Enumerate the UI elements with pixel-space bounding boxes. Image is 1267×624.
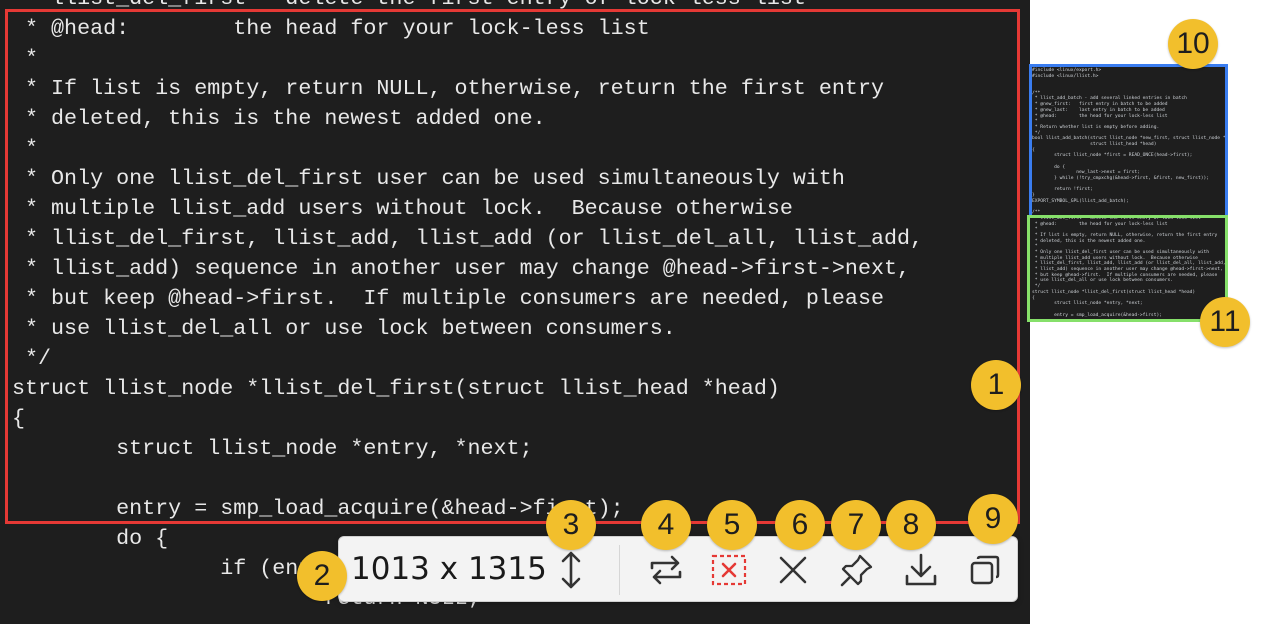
copy-button[interactable] bbox=[961, 546, 1009, 594]
download-icon bbox=[905, 553, 937, 586]
code-line: */ bbox=[12, 346, 52, 371]
size-readout: 1013 x 1315 bbox=[351, 551, 547, 587]
code-line: * @head: the head for your lock-less lis… bbox=[12, 16, 650, 41]
code-line: * deleted, this is the newest added one. bbox=[12, 106, 546, 131]
code-line: * bbox=[12, 136, 39, 161]
cancel-selection-icon bbox=[711, 554, 747, 586]
code-line: * If list is empty, return NULL, otherwi… bbox=[12, 76, 884, 101]
repeat-icon bbox=[650, 555, 682, 585]
badge-11: 11 bbox=[1200, 297, 1250, 347]
badge-4: 4 bbox=[641, 500, 691, 550]
copy-icon bbox=[970, 555, 1000, 585]
save-button[interactable] bbox=[897, 546, 945, 594]
resize-vertical-button[interactable] bbox=[547, 546, 595, 594]
code-line: * multiple llist_add users without lock.… bbox=[12, 196, 793, 221]
badge-6: 6 bbox=[775, 500, 825, 550]
toolbar-divider bbox=[619, 545, 620, 595]
code-line: struct llist_node *entry, *next; bbox=[12, 436, 533, 461]
code-line: * llist_add) sequence in another user ma… bbox=[12, 256, 911, 281]
close-button[interactable] bbox=[769, 546, 817, 594]
minimap-region-blue[interactable] bbox=[1029, 64, 1228, 218]
code-line: { bbox=[12, 406, 26, 431]
code-line: * but keep @head->first. If multiple con… bbox=[12, 286, 884, 311]
badge-10: 10 bbox=[1168, 19, 1218, 69]
code-line: * Only one llist_del_first user can be u… bbox=[12, 166, 845, 191]
code-line: struct llist_node *llist_del_first(struc… bbox=[12, 376, 780, 401]
code-line: * llist_del_first, llist_add, llist_add … bbox=[12, 226, 924, 251]
badge-3: 3 bbox=[546, 500, 596, 550]
cancel-selection-button[interactable] bbox=[705, 546, 753, 594]
badge-8: 8 bbox=[886, 500, 936, 550]
minimap-region-green[interactable] bbox=[1027, 215, 1228, 322]
pin-icon bbox=[840, 554, 873, 587]
repeat-button[interactable] bbox=[642, 546, 690, 594]
pin-button[interactable] bbox=[833, 546, 881, 594]
badge-7: 7 bbox=[831, 500, 881, 550]
badge-5: 5 bbox=[707, 500, 757, 550]
close-icon bbox=[779, 556, 807, 584]
code-line: * use llist_del_all or use lock between … bbox=[12, 316, 676, 341]
vertical-arrows-icon bbox=[561, 551, 581, 589]
code-line: * llist_del_first - delete the first ent… bbox=[12, 0, 923, 14]
screenshot-stage: * llist_del_first - delete the first ent… bbox=[0, 0, 1267, 624]
badge-9: 9 bbox=[968, 494, 1018, 544]
code-line: * bbox=[12, 46, 39, 71]
badge-2: 2 bbox=[297, 551, 347, 601]
badge-1: 1 bbox=[971, 360, 1021, 410]
